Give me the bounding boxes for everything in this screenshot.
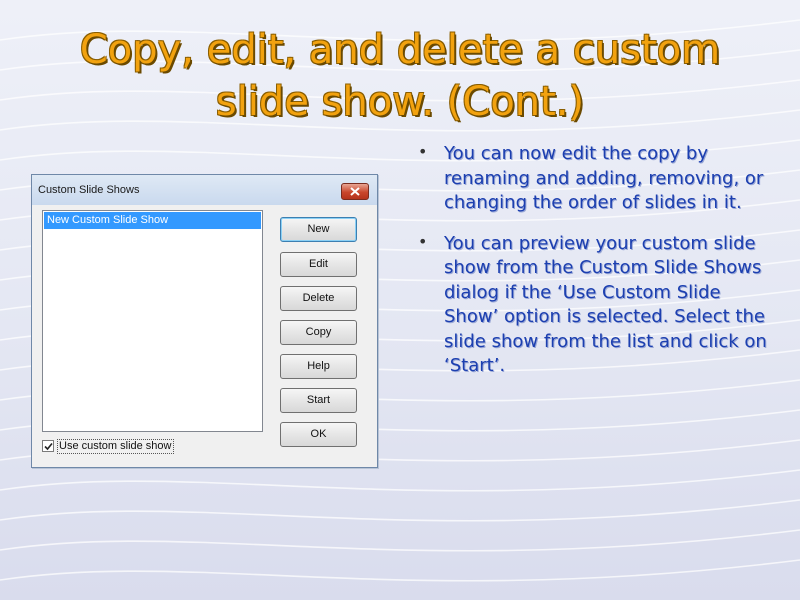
bullet-item: • You can now edit the copy by renaming … (418, 142, 768, 216)
new-button[interactable]: New (280, 217, 357, 242)
start-button[interactable]: Start (280, 388, 357, 413)
use-custom-slide-show-checkbox[interactable] (42, 440, 54, 452)
close-button[interactable] (341, 183, 369, 200)
slide-title-line-1: Copy, edit, and delete a custom (79, 27, 721, 73)
custom-slide-shows-dialog: Custom Slide Shows New Custom Slide Show… (31, 174, 378, 468)
bullet-list: • You can now edit the copy by renaming … (418, 142, 768, 395)
ok-button[interactable]: OK (280, 422, 357, 447)
bullet-dot-icon: • (418, 142, 428, 161)
delete-button[interactable]: Delete (280, 286, 357, 311)
bullet-text: You can now edit the copy by renaming an… (444, 143, 764, 213)
list-item-selected[interactable]: New Custom Slide Show (44, 212, 261, 229)
bullet-text: You can preview your custom slide show f… (444, 232, 767, 377)
help-button[interactable]: Help (280, 354, 357, 379)
slide-title-line-2: slide show. (Cont.) (215, 79, 585, 125)
dialog-title-bar[interactable]: Custom Slide Shows (32, 175, 377, 205)
edit-button[interactable]: Edit (280, 252, 357, 277)
bullet-dot-icon: • (418, 231, 428, 251)
close-icon (350, 187, 360, 196)
custom-show-list[interactable]: New Custom Slide Show (42, 210, 263, 432)
bullet-item: • You can preview your custom slide show… (418, 232, 768, 379)
checkmark-icon (44, 442, 53, 451)
dialog-title: Custom Slide Shows (38, 184, 140, 196)
checkbox-label[interactable]: Use custom slide show (57, 439, 174, 454)
copy-button[interactable]: Copy (280, 320, 357, 345)
slide-title: Copy, edit, and delete a custom slide sh… (20, 24, 780, 128)
